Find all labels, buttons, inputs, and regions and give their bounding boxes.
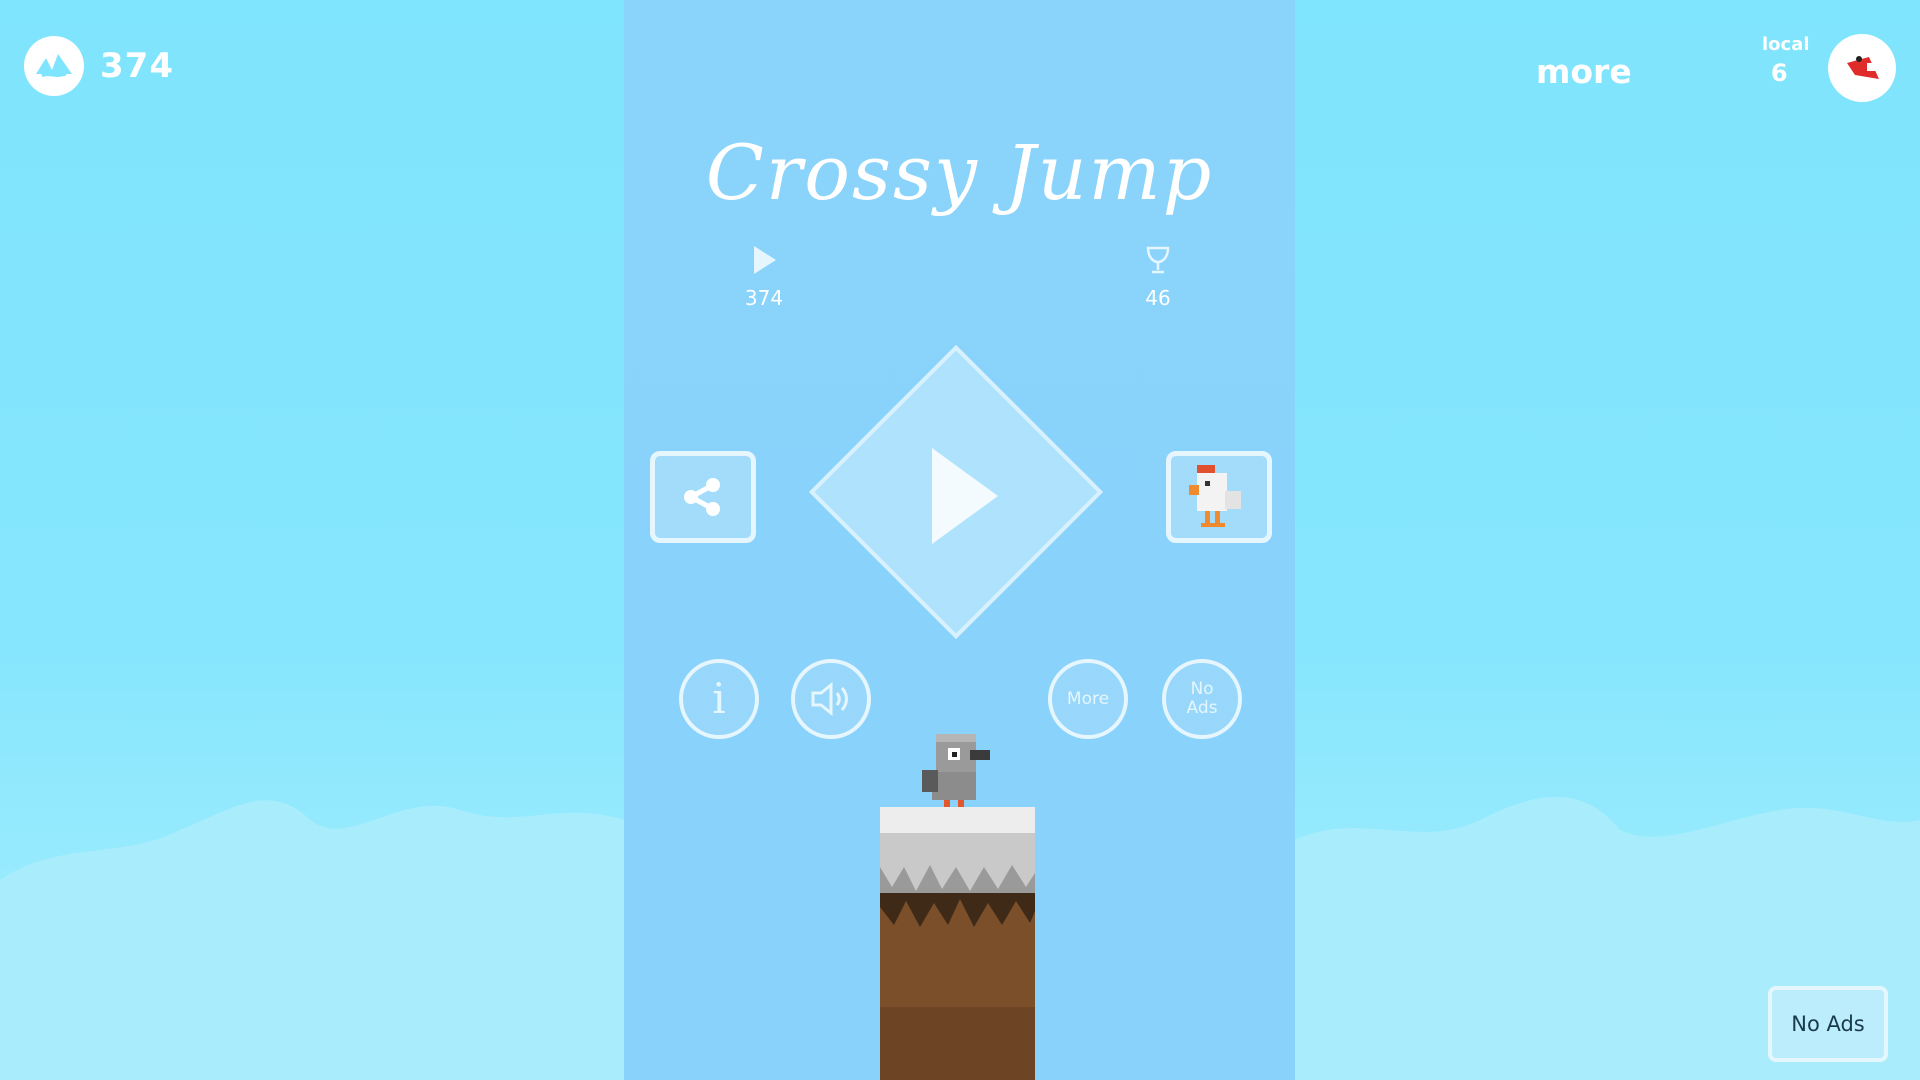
mountain-logo-icon[interactable] bbox=[24, 36, 84, 96]
games-played-value: 374 bbox=[744, 286, 784, 310]
no-ads-button[interactable]: No Ads bbox=[1768, 986, 1888, 1062]
sound-button[interactable] bbox=[791, 659, 871, 739]
play-count-icon bbox=[754, 246, 776, 274]
trophy-icon bbox=[1146, 246, 1170, 274]
play-icon bbox=[932, 448, 998, 544]
leaderboard-rank: local 6 bbox=[1762, 34, 1810, 87]
best-score-stat: 46 bbox=[1118, 244, 1198, 310]
info-button[interactable]: i bbox=[679, 659, 759, 739]
share-icon bbox=[684, 478, 720, 516]
character-select-button[interactable] bbox=[1166, 451, 1272, 543]
starting-pillar bbox=[880, 807, 1035, 1080]
no-ads-round-button[interactable]: No Ads bbox=[1162, 659, 1242, 739]
total-score: 374 bbox=[100, 46, 174, 86]
best-score-value: 46 bbox=[1145, 286, 1171, 310]
more-games-label: More bbox=[1066, 688, 1110, 709]
chicken-icon bbox=[1189, 465, 1241, 527]
no-ads-round-label: No Ads bbox=[1186, 679, 1218, 718]
rank-value: 6 bbox=[1770, 59, 1788, 87]
top-left-score: 374 bbox=[24, 36, 174, 96]
share-button[interactable] bbox=[650, 451, 756, 543]
more-games-button[interactable]: More bbox=[1048, 659, 1128, 739]
games-played-stat: 374 bbox=[724, 244, 804, 310]
rank-label: local bbox=[1762, 34, 1810, 55]
info-label: i bbox=[712, 673, 726, 723]
more-link[interactable]: more bbox=[1536, 52, 1632, 91]
game-title: Crossy Jump bbox=[705, 128, 1214, 217]
speaker-icon bbox=[811, 681, 848, 717]
player-avatar[interactable] bbox=[1828, 34, 1896, 102]
